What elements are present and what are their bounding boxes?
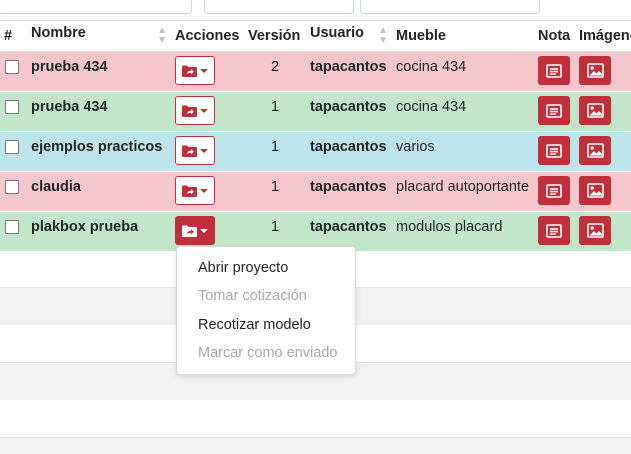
image-button[interactable] <box>579 216 611 245</box>
row-usuario: tapacantos <box>310 139 387 155</box>
note-button[interactable] <box>538 216 570 245</box>
header-imagenes: Imágenes <box>575 20 631 52</box>
note-button[interactable] <box>538 96 570 125</box>
menu-item-recotizar-modelo[interactable]: Recotizar modelo <box>198 317 311 333</box>
filter-input-mueble[interactable] <box>360 0 540 14</box>
row-checkbox[interactable] <box>5 140 19 154</box>
folder-share-icon <box>182 225 197 237</box>
filter-bar <box>0 0 631 21</box>
image-icon <box>586 143 604 158</box>
chevron-down-icon <box>200 108 208 113</box>
note-icon <box>546 103 562 118</box>
row-usuario: tapacantos <box>310 59 387 75</box>
note-button[interactable] <box>538 136 570 165</box>
row-nombre: prueba 434 <box>31 99 108 115</box>
table-row: ejemplos practicos 1 tapacantos varios <box>0 131 631 172</box>
row-version: 1 <box>270 179 280 195</box>
row-version: 1 <box>270 139 280 155</box>
image-icon <box>586 63 604 78</box>
empty-row <box>0 437 631 454</box>
row-usuario: tapacantos <box>310 179 387 195</box>
table-row: prueba 434 1 tapacantos cocina 434 <box>0 91 631 132</box>
actions-dropdown-button[interactable] <box>175 96 215 125</box>
row-checkbox[interactable] <box>5 100 19 114</box>
header-version: Versión <box>244 20 306 52</box>
sort-icon[interactable]: ▲ ▼ <box>157 26 167 46</box>
row-checkbox[interactable] <box>5 180 19 194</box>
folder-share-icon <box>182 145 197 157</box>
header-number: # <box>0 20 27 52</box>
image-icon <box>586 103 604 118</box>
row-version: 1 <box>270 99 280 115</box>
chevron-down-icon <box>200 188 208 193</box>
menu-item-marcar-enviado: Marcar como enviado <box>198 345 338 361</box>
note-icon <box>546 63 562 78</box>
chevron-down-icon <box>200 68 208 73</box>
header-mueble: Mueble <box>392 20 534 52</box>
image-icon <box>586 223 604 238</box>
row-mueble: cocina 434 <box>396 99 467 115</box>
actions-dropdown-button[interactable] <box>175 176 215 205</box>
actions-dropdown-button[interactable] <box>175 136 215 165</box>
row-usuario: tapacantos <box>310 219 387 235</box>
row-nombre: ejemplos practicos <box>31 139 163 155</box>
row-nombre: prueba 434 <box>31 59 108 75</box>
chevron-down-icon <box>200 148 208 153</box>
header-nota: Nota <box>534 20 575 52</box>
header-usuario[interactable]: Usuario ▲ ▼ <box>306 20 392 52</box>
row-nombre: claudia <box>31 179 81 195</box>
projects-table: # Nombre ▲ ▼ Acciones Versión Usuario ▲ ▼ Mu… <box>0 20 631 251</box>
sort-icon[interactable]: ▲ ▼ <box>378 26 388 46</box>
filter-input-version[interactable] <box>204 0 354 14</box>
chevron-down-icon <box>200 228 208 233</box>
row-version: 2 <box>270 59 280 75</box>
row-usuario: tapacantos <box>310 99 387 115</box>
note-icon <box>546 223 562 238</box>
menu-item-abrir-proyecto[interactable]: Abrir proyecto <box>198 260 288 276</box>
row-version: 1 <box>270 219 280 235</box>
row-mueble: placard autoportante <box>396 179 530 195</box>
image-button[interactable] <box>579 176 611 205</box>
actions-dropdown-button[interactable] <box>175 56 215 85</box>
folder-share-icon <box>182 65 197 77</box>
table-row: claudia 1 tapacantos placard autoportant… <box>0 171 631 212</box>
row-mueble: cocina 434 <box>396 59 467 75</box>
actions-dropdown-menu: Abrir proyecto Tomar cotización Recotiza… <box>176 246 356 375</box>
table-row: prueba 434 2 tapacantos cocina 434 <box>0 51 631 92</box>
table-header: # Nombre ▲ ▼ Acciones Versión Usuario ▲ ▼ Mu… <box>0 20 631 52</box>
row-checkbox[interactable] <box>5 220 19 234</box>
row-mueble: modulos placard <box>396 219 503 235</box>
row-checkbox[interactable] <box>5 60 19 74</box>
note-icon <box>546 183 562 198</box>
image-button[interactable] <box>579 56 611 85</box>
note-button[interactable] <box>538 56 570 85</box>
image-icon <box>586 183 604 198</box>
filter-input-nombre[interactable] <box>0 0 192 14</box>
image-button[interactable] <box>579 136 611 165</box>
row-nombre: plakbox prueba <box>31 219 139 235</box>
header-acciones: Acciones <box>171 20 244 52</box>
folder-share-icon <box>182 105 197 117</box>
row-mueble: varios <box>396 139 435 155</box>
menu-item-tomar-cotizacion: Tomar cotización <box>198 288 307 304</box>
header-nombre[interactable]: Nombre ▲ ▼ <box>27 20 171 52</box>
note-button[interactable] <box>538 176 570 205</box>
note-icon <box>546 143 562 158</box>
actions-dropdown-button[interactable] <box>175 216 215 245</box>
folder-share-icon <box>182 185 197 197</box>
image-button[interactable] <box>579 96 611 125</box>
